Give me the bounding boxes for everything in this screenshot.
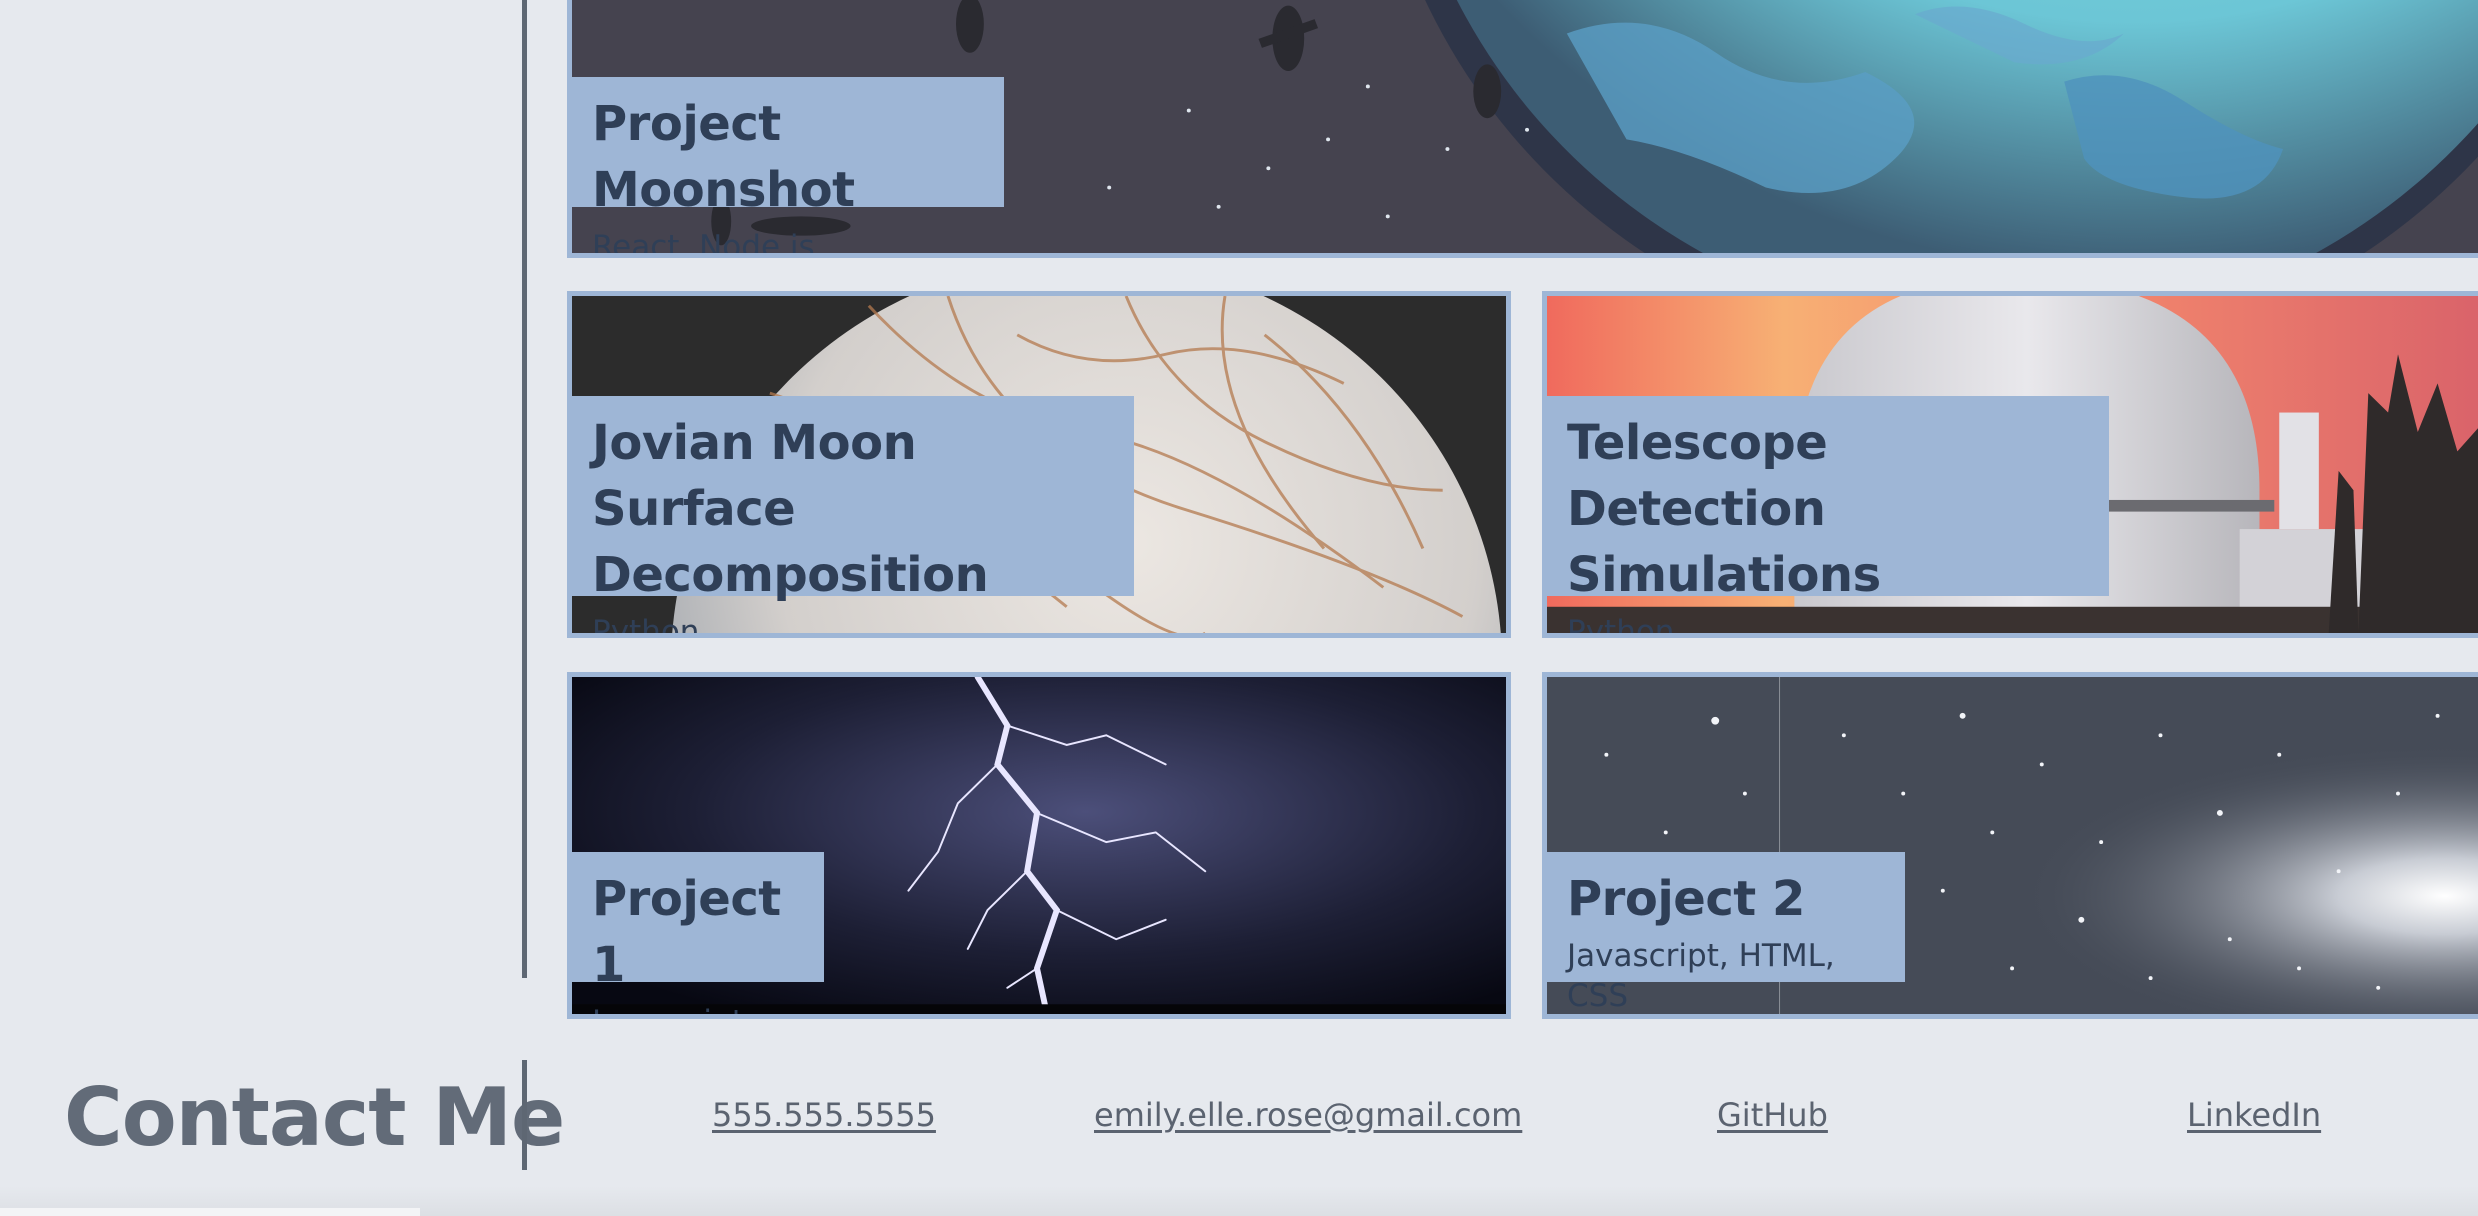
- project-title-line-1: Jovian Moon Surface: [592, 415, 917, 537]
- bottom-tab: [0, 1208, 420, 1216]
- linkedin-link[interactable]: LinkedIn: [2187, 1095, 2321, 1135]
- project-tech: Python: [592, 614, 700, 638]
- contact-divider: [522, 1060, 527, 1170]
- phone-link[interactable]: 555.555.5555: [712, 1095, 936, 1135]
- project-card-jovian[interactable]: Jovian Moon Surface Decomposition Python: [567, 291, 1511, 638]
- project-card-telescope[interactable]: Telescope Detection Simulations Python: [1542, 291, 2478, 638]
- email-link[interactable]: emily.elle.rose@gmail.com: [1094, 1095, 1522, 1135]
- project-label-telescope: Telescope Detection Simulations Python: [1547, 396, 2109, 633]
- project-tech: React, Node.js: [592, 229, 815, 258]
- project-tech: Javascript, HTML, CSS: [1567, 938, 1835, 1014]
- project-card-moonshot[interactable]: Project Moonshot React, Node.js: [567, 0, 2478, 258]
- project-title: Project 1: [592, 871, 781, 993]
- project-card-2[interactable]: Project 2 Javascript, HTML, CSS: [1542, 672, 2478, 1019]
- project-title-line-2: Decomposition: [592, 547, 989, 603]
- project-label-1: Project 1 Javascript: [572, 852, 824, 1014]
- project-label-2: Project 2 Javascript, HTML, CSS: [1547, 852, 1905, 1014]
- project-label-moonshot: Project Moonshot React, Node.js: [572, 77, 1004, 253]
- project-tech: Javascript: [592, 1002, 804, 1014]
- project-title: Project 2: [1567, 871, 1805, 927]
- project-tech: Python: [1567, 614, 1675, 638]
- github-link[interactable]: GitHub: [1717, 1095, 1828, 1135]
- sidebar-divider: [522, 0, 527, 978]
- project-title-line-2: Simulations: [1567, 547, 1881, 603]
- contact-heading: Contact Me: [64, 1071, 565, 1164]
- project-label-jovian: Jovian Moon Surface Decomposition Python: [572, 396, 1134, 633]
- project-title-line-1: Telescope Detection: [1567, 415, 1828, 537]
- project-card-1[interactable]: Project 1 Javascript: [567, 672, 1511, 1019]
- project-title: Project Moonshot: [592, 96, 855, 218]
